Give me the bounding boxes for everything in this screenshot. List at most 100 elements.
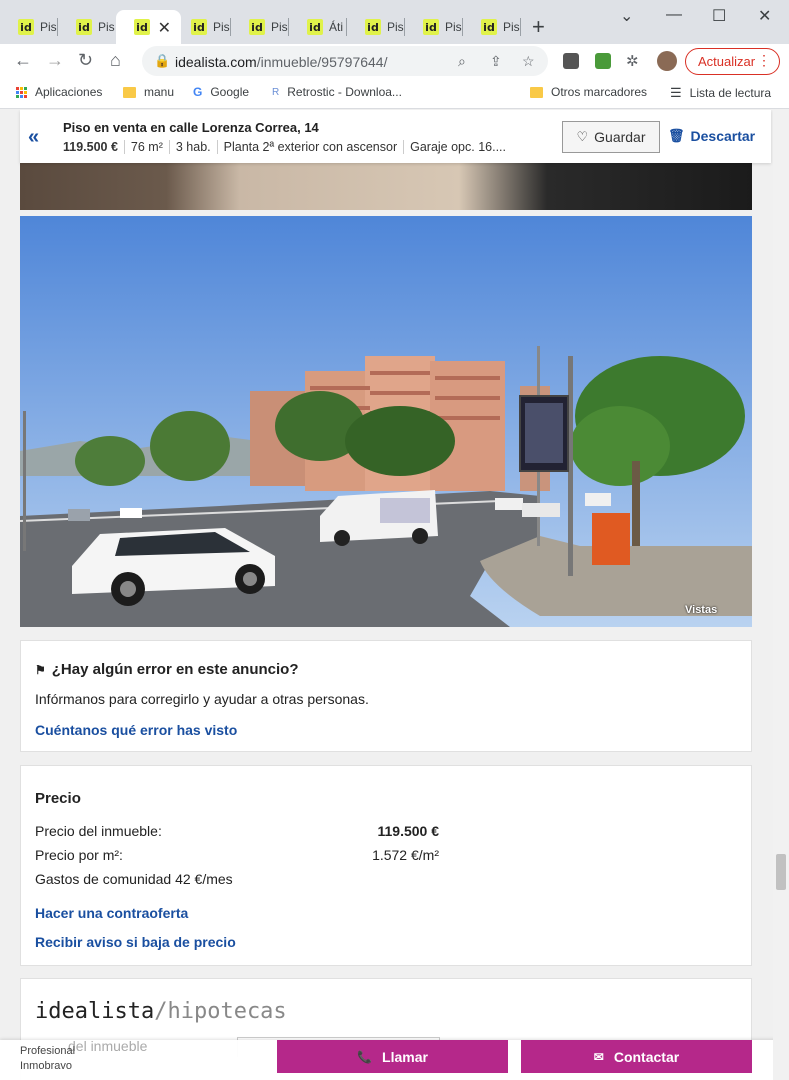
extensions-puzzle-icon[interactable]: ✲ bbox=[626, 52, 639, 70]
report-error-link[interactable]: Cuéntanos qué error has visto bbox=[35, 722, 237, 738]
browser-tab[interactable]: id Áti bbox=[289, 10, 347, 44]
url-text[interactable]: idealista.com/inmueble/95797644/ bbox=[175, 54, 387, 70]
listing-photo[interactable] bbox=[20, 163, 752, 210]
price-alert-link[interactable]: Recibir aviso si baja de precio bbox=[35, 934, 236, 950]
reload-icon[interactable]: ↻ bbox=[78, 50, 93, 71]
tab-label: Áti bbox=[329, 20, 344, 34]
bookmark-retrostic[interactable]: R Retrostic - Downloa... bbox=[272, 85, 402, 99]
counteroffer-link[interactable]: Hacer una contraoferta bbox=[35, 905, 188, 921]
menu-dots-icon: ⋮ bbox=[757, 52, 771, 68]
back-double-chevron-icon[interactable]: « bbox=[28, 126, 39, 149]
folder-icon bbox=[530, 86, 543, 98]
extension-icon[interactable] bbox=[595, 53, 611, 69]
save-button[interactable]: ♡ Guardar bbox=[562, 121, 660, 153]
browser-tab-active[interactable]: id ✕ bbox=[116, 10, 181, 44]
report-error-card: ⚑ ¿Hay algún error en este anuncio? Infó… bbox=[20, 640, 752, 752]
idealista-favicon-icon: id bbox=[249, 19, 265, 35]
new-tab-plus-icon[interactable]: + bbox=[532, 14, 545, 40]
scrollbar[interactable] bbox=[773, 110, 789, 1080]
listing-garage: Garaje opc. 16.... bbox=[403, 140, 512, 154]
reading-list[interactable]: ☰ Lista de lectura bbox=[670, 85, 771, 101]
tab-label: Pis bbox=[503, 20, 520, 34]
flag-icon: ⚑ bbox=[35, 662, 46, 677]
heart-icon: ♡ bbox=[576, 129, 589, 144]
back-arrow-icon[interactable]: ← bbox=[14, 50, 32, 71]
listing-floor: Planta 2ª exterior con ascensor bbox=[216, 140, 403, 154]
address-bar[interactable]: 🔒 idealista.com/inmueble/95797644/ ⌕ ⇪ ☆ bbox=[142, 46, 548, 76]
extension-icon[interactable] bbox=[563, 53, 579, 69]
bookmark-google[interactable]: G Google bbox=[193, 85, 249, 99]
zoom-icon[interactable]: ⌕ bbox=[458, 53, 466, 70]
home-icon[interactable]: ⌂ bbox=[110, 50, 121, 71]
browser-tab[interactable]: id Pis bbox=[463, 10, 521, 44]
advertiser-name[interactable]: Inmobravo bbox=[20, 1059, 75, 1074]
sticky-listing-header: « Piso en venta en calle Lorenza Correa,… bbox=[20, 110, 771, 163]
price-heading: Precio bbox=[35, 790, 81, 807]
idealista-favicon-icon: id bbox=[191, 19, 207, 35]
profile-avatar-icon[interactable] bbox=[657, 51, 677, 71]
listing-photo-street[interactable] bbox=[20, 216, 752, 627]
lock-icon[interactable]: 🔒 bbox=[154, 53, 170, 69]
advertiser-info: Profesional Inmobravo bbox=[20, 1044, 75, 1074]
page-content: Vistas ⚑ ¿Hay algún error en este anunci… bbox=[0, 110, 789, 1080]
folder-icon bbox=[123, 86, 136, 98]
contact-button[interactable]: ✉ Contactar bbox=[521, 1040, 752, 1073]
forward-arrow-icon[interactable]: → bbox=[46, 50, 64, 71]
idealista-hipotecas-logo: idealista/hipotecas bbox=[35, 999, 287, 1024]
report-error-text: Infórmanos para corregirlo y ayudar a ot… bbox=[35, 691, 369, 707]
minimize-icon[interactable]: — bbox=[666, 6, 682, 24]
bookmark-folder[interactable]: manu bbox=[123, 85, 174, 99]
tab-label: Pis bbox=[387, 20, 404, 34]
maximize-icon[interactable]: ☐ bbox=[712, 6, 726, 26]
idealista-favicon-icon: id bbox=[18, 19, 34, 35]
idealista-favicon-icon: id bbox=[134, 19, 150, 35]
contact-bar: del inmueble Profesional Inmobravo 📞 Lla… bbox=[0, 1038, 789, 1080]
phone-icon: 📞 bbox=[357, 1049, 373, 1064]
tab-label: Pis bbox=[271, 20, 288, 34]
price-row-value: 1.572 €/m² bbox=[372, 847, 439, 863]
browser-tab[interactable]: id Pis bbox=[0, 10, 58, 44]
tab-label: Pis bbox=[445, 20, 462, 34]
listing-rooms: 3 hab. bbox=[168, 140, 217, 154]
browser-tab[interactable]: id Pis bbox=[231, 10, 289, 44]
browser-tab[interactable]: id Pis bbox=[405, 10, 463, 44]
reading-list-icon: ☰ bbox=[670, 85, 682, 100]
price-row-value: 119.500 € bbox=[377, 823, 439, 839]
trash-icon: 🗑 bbox=[668, 128, 685, 143]
idealista-favicon-icon: id bbox=[481, 19, 497, 35]
tab-label: Pis bbox=[40, 20, 57, 34]
browser-toolbar: ← → ↻ ⌂ 🔒 idealista.com/inmueble/9579764… bbox=[0, 44, 789, 79]
browser-tab[interactable]: id Pis bbox=[58, 10, 116, 44]
tab-label: Pis bbox=[213, 20, 230, 34]
share-icon[interactable]: ⇪ bbox=[490, 53, 502, 70]
idealista-favicon-icon: id bbox=[423, 19, 439, 35]
listing-summary: 119.500 € 76 m² 3 hab. Planta 2ª exterio… bbox=[63, 140, 512, 154]
chat-icon: ✉ bbox=[593, 1049, 604, 1064]
bookmark-apps[interactable]: Aplicaciones bbox=[16, 85, 102, 99]
close-window-icon[interactable]: ✕ bbox=[758, 6, 771, 26]
bookmark-star-icon[interactable]: ☆ bbox=[522, 53, 535, 70]
call-button[interactable]: 📞 Llamar bbox=[277, 1040, 508, 1073]
browser-tab[interactable]: id Pis bbox=[347, 10, 405, 44]
browser-tab[interactable]: id Pis bbox=[173, 10, 231, 44]
tab-label: Pis bbox=[98, 20, 115, 34]
community-fees: Gastos de comunidad 42 €/mes bbox=[35, 871, 233, 887]
street-view-image bbox=[20, 216, 752, 627]
apps-grid-icon bbox=[16, 86, 27, 98]
listing-price: 119.500 € bbox=[63, 140, 118, 154]
photo-caption: Vistas bbox=[685, 604, 718, 616]
update-button[interactable]: Actualizar ⋮ bbox=[685, 48, 780, 75]
idealista-favicon-icon: id bbox=[307, 19, 323, 35]
idealista-favicon-icon: id bbox=[365, 19, 381, 35]
browser-window: id Pis id Pis id ✕ id Pis id Pis id Áti bbox=[0, 0, 789, 1080]
tab-search-chevron-icon[interactable]: ⌄ bbox=[620, 6, 633, 26]
advertiser-type: Profesional bbox=[20, 1045, 76, 1057]
tab-strip: id Pis id Pis id ✕ id Pis id Pis id Áti bbox=[0, 0, 789, 44]
google-g-icon: G bbox=[193, 85, 203, 99]
mortgage-field-label: del inmueble bbox=[68, 1038, 148, 1054]
bookmark-other-folder[interactable]: Otros marcadores bbox=[530, 85, 647, 99]
discard-button[interactable]: 🗑 Descartar bbox=[668, 128, 755, 144]
scrollbar-thumb[interactable] bbox=[776, 854, 786, 890]
price-card: Precio Precio del inmueble: 119.500 € Pr… bbox=[20, 765, 752, 966]
close-tab-icon[interactable]: ✕ bbox=[158, 18, 171, 38]
